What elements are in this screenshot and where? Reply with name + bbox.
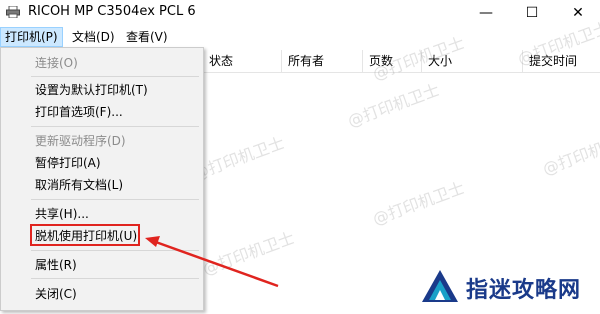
site-logo: 指迷攻略网 <box>418 266 598 310</box>
printer-menu-dropdown: 连接(O) 设置为默认打印机(T) 打印首选项(F)... 更新驱动程序(D) … <box>0 47 204 311</box>
menu-separator <box>31 126 199 127</box>
minimize-button[interactable]: — <box>466 0 506 26</box>
watermark-text: @打印机卫士 <box>345 80 442 131</box>
column-status[interactable]: 状态 <box>202 50 287 72</box>
menu-item-pause-printing[interactable]: 暂停打印(A) <box>35 154 101 172</box>
menu-separator <box>31 250 199 251</box>
menu-item-set-default[interactable]: 设置为默认打印机(T) <box>35 81 148 99</box>
menu-separator <box>31 278 199 279</box>
menu-item-cancel-all[interactable]: 取消所有文档(L) <box>35 176 123 194</box>
highlight-box <box>30 224 140 246</box>
menu-printer[interactable]: 打印机(P) <box>0 27 63 47</box>
menu-view[interactable]: 查看(V) <box>122 27 172 47</box>
menu-document[interactable]: 文档(D) <box>68 27 119 47</box>
menu-item-sharing[interactable]: 共享(H)... <box>35 205 89 223</box>
title-bar: RICOH MP C3504ex PCL 6 — ☐ ✕ <box>0 0 600 26</box>
menu-bar: 打印机(P) 文档(D) 查看(V) <box>0 27 600 47</box>
menu-item-preferences[interactable]: 打印首选项(F)... <box>35 103 123 121</box>
printer-icon <box>6 6 20 18</box>
watermark-text: @打印机卫士 <box>540 128 600 179</box>
maximize-button[interactable]: ☐ <box>512 0 552 26</box>
logo-text: 指迷攻略网 <box>466 277 582 303</box>
menu-item-connect[interactable]: 连接(O) <box>35 54 78 72</box>
menu-separator <box>31 199 199 200</box>
menu-separator <box>31 76 199 77</box>
watermark-text: @打印机卫士 <box>370 178 467 229</box>
logo-mark-icon <box>422 270 458 302</box>
watermark-text: @打印机卫士 <box>200 228 297 279</box>
window-title: RICOH MP C3504ex PCL 6 <box>28 4 196 19</box>
menu-item-properties[interactable]: 属性(R) <box>35 256 77 274</box>
menu-item-close[interactable]: 关闭(C) <box>35 285 77 303</box>
menu-item-update-driver[interactable]: 更新驱动程序(D) <box>35 132 126 150</box>
printer-queue-window: RICOH MP C3504ex PCL 6 — ☐ ✕ 打印机(P) 文档(D… <box>0 0 600 314</box>
column-owner[interactable]: 所有者 <box>281 50 368 72</box>
